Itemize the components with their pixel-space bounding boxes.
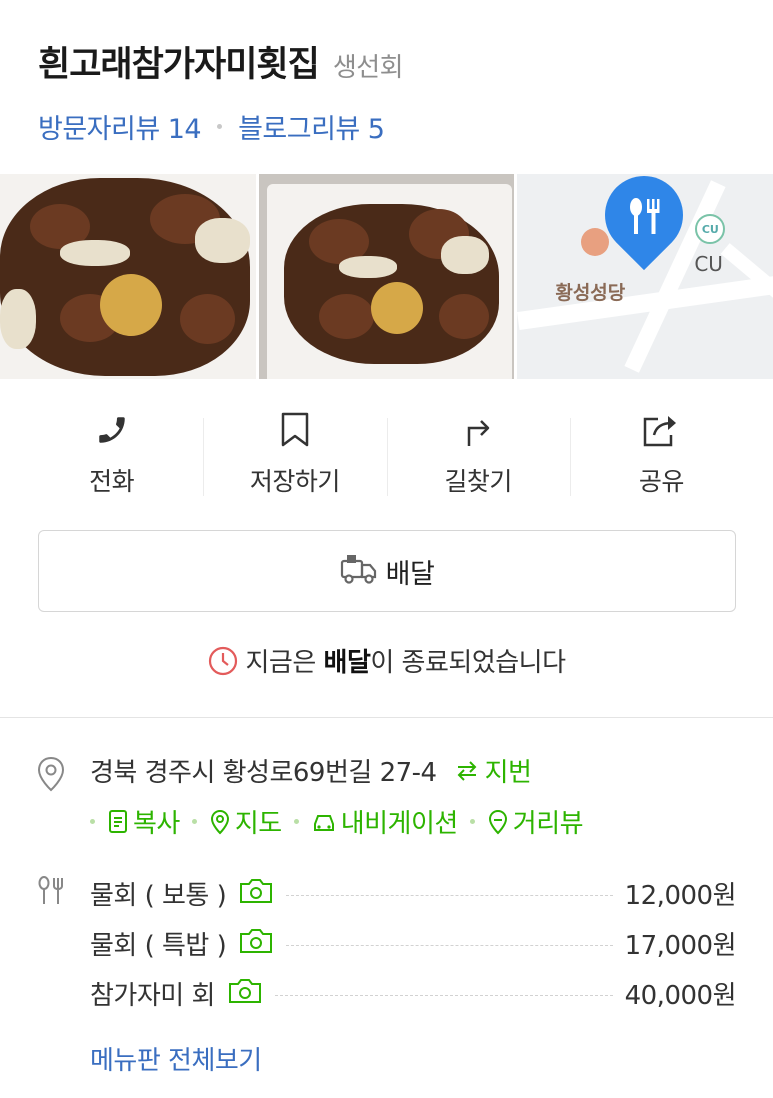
restaurant-icon	[617, 190, 671, 244]
notice-suffix: 이 종료되었습니다	[370, 648, 566, 678]
address-content: 경북 경주시 황성로69번길 27-4 지번 복사 지도 내비게이션 거리뷰	[90, 752, 584, 840]
onion-piece	[195, 218, 250, 263]
map-church-label: 황성성당	[555, 282, 626, 304]
street-view-link[interactable]: 거리뷰	[487, 803, 584, 840]
map-pin-icon	[209, 809, 231, 835]
food-photo-1[interactable]	[0, 174, 256, 379]
copy-icon	[107, 809, 129, 835]
menu-item-price: 12,000원	[624, 880, 737, 911]
review-row: 방문자리뷰 14 블로그리뷰 5	[38, 107, 738, 146]
car-icon	[311, 810, 337, 834]
navigation-link[interactable]: 내비게이션	[311, 803, 458, 840]
map-thumbnail[interactable]: 황성성당 CU CU	[517, 174, 773, 379]
price-leader-line	[274, 994, 613, 996]
menu-item-name: 물회 ( 특밥 )	[90, 930, 227, 961]
meat-piece	[438, 294, 489, 339]
title-row: 흰고래참가자미횟집 생선회	[38, 36, 738, 87]
place-header: 흰고래참가자미횟집 생선회 방문자리뷰 14 블로그리뷰 5	[38, 36, 738, 146]
copy-label: 복사	[133, 809, 180, 839]
separator-dot	[469, 819, 475, 824]
address-links: 복사 지도 내비게이션 거리뷰	[90, 803, 584, 840]
save-button[interactable]: 저장하기	[203, 410, 386, 504]
cu-store-icon: CU	[695, 214, 726, 244]
menu-list: 물회 ( 보통 ) 12,000원 물회 ( 특밥 ) 17,000원 참가자미…	[90, 868, 737, 1018]
call-label: 전화	[89, 467, 135, 496]
bookmark-icon	[280, 410, 310, 450]
onion-piece	[338, 256, 397, 278]
meat-piece	[318, 294, 374, 339]
photo-strip: 황성성당 CU CU	[0, 174, 773, 379]
share-button[interactable]: 공유	[569, 410, 753, 504]
potato-piece	[370, 282, 423, 334]
camera-icon[interactable]	[238, 877, 274, 909]
clock-icon	[208, 646, 238, 676]
visitor-review-label: 방문자리뷰	[38, 114, 160, 145]
onion-piece	[440, 236, 489, 274]
onion-piece	[60, 240, 130, 266]
utensils-icon	[36, 868, 90, 1018]
share-label: 공유	[638, 467, 685, 496]
road-address: 경북 경주시 황성로69번길 27-4	[90, 758, 437, 788]
menu-item-name: 참가자미 회	[90, 980, 215, 1011]
copy-address-link[interactable]: 복사	[107, 803, 180, 840]
street-view-icon	[487, 809, 509, 835]
place-category: 생선회	[332, 53, 404, 83]
notice-prefix: 지금은	[245, 648, 324, 678]
separator-dot	[217, 124, 223, 129]
delivery-button[interactable]: 배달	[38, 530, 736, 612]
food-photo-2[interactable]	[258, 174, 515, 379]
delivery-label: 배달	[385, 558, 435, 590]
view-full-menu-link[interactable]: 메뉴판 전체보기	[90, 1040, 736, 1077]
camera-icon[interactable]	[238, 927, 274, 959]
address-line: 경북 경주시 황성로69번길 27-4 지번	[90, 752, 583, 789]
blog-review-count: 5	[367, 114, 385, 145]
separator-dot	[90, 819, 95, 824]
separator-dot	[293, 819, 299, 824]
menu-item-price: 40,000원	[624, 980, 737, 1011]
blog-review-label: 블로그리뷰	[238, 114, 360, 145]
menu-row: 물회 ( 보통 ) 12,000원 물회 ( 특밥 ) 17,000원 참가자미…	[36, 868, 737, 1018]
jibun-label: 지번	[484, 758, 532, 788]
save-label: 저장하기	[249, 467, 341, 496]
menu-item: 물회 ( 특밥 ) 17,000원	[90, 918, 737, 968]
call-button[interactable]: 전화	[20, 410, 203, 504]
directions-label: 길찾기	[444, 467, 512, 496]
visitor-review-link[interactable]: 방문자리뷰 14	[38, 107, 202, 146]
action-bar: 전화 저장하기 길찾기 공유	[20, 410, 753, 504]
onion-piece	[0, 289, 36, 349]
street-view-label: 거리뷰	[512, 809, 584, 839]
address-row: 경북 경주시 황성로69번길 27-4 지번 복사 지도 내비게이션 거리뷰	[36, 752, 736, 840]
address-section: 경북 경주시 황성로69번길 27-4 지번 복사 지도 내비게이션 거리뷰	[36, 752, 736, 840]
share-icon	[642, 410, 680, 450]
church-icon	[581, 228, 610, 256]
swap-icon	[455, 760, 479, 782]
menu-item: 참가자미 회 40,000원	[90, 968, 737, 1018]
section-divider	[0, 717, 773, 718]
place-name: 흰고래참가자미횟집	[38, 45, 320, 85]
price-leader-line	[286, 944, 613, 946]
camera-icon[interactable]	[227, 977, 263, 1009]
jibun-toggle[interactable]: 지번	[455, 752, 532, 789]
blog-review-link[interactable]: 블로그리뷰 5	[238, 107, 385, 146]
price-leader-line	[286, 894, 613, 896]
navigation-label: 내비게이션	[340, 809, 459, 839]
menu-item-price: 17,000원	[624, 930, 737, 961]
location-marker-icon	[36, 752, 90, 840]
notice-bold: 배달	[323, 648, 371, 678]
visitor-review-count: 14	[167, 114, 202, 145]
directions-button[interactable]: 길찾기	[386, 410, 570, 504]
separator-dot	[191, 819, 197, 824]
menu-item-name: 물회 ( 보통 )	[90, 880, 227, 911]
delivery-notice: 지금은 배달 이 종료되었습니다	[0, 642, 773, 679]
menu-item: 물회 ( 보통 ) 12,000원	[90, 868, 737, 918]
directions-icon	[461, 410, 495, 450]
menu-section: 물회 ( 보통 ) 12,000원 물회 ( 특밥 ) 17,000원 참가자미…	[36, 868, 737, 1077]
map-cu-label: CU	[694, 252, 723, 276]
phone-icon	[95, 410, 129, 450]
potato-piece	[100, 274, 162, 336]
map-label: 지도	[234, 809, 282, 839]
meat-piece	[180, 294, 235, 344]
map-link[interactable]: 지도	[209, 803, 282, 840]
delivery-truck-icon	[340, 553, 378, 589]
